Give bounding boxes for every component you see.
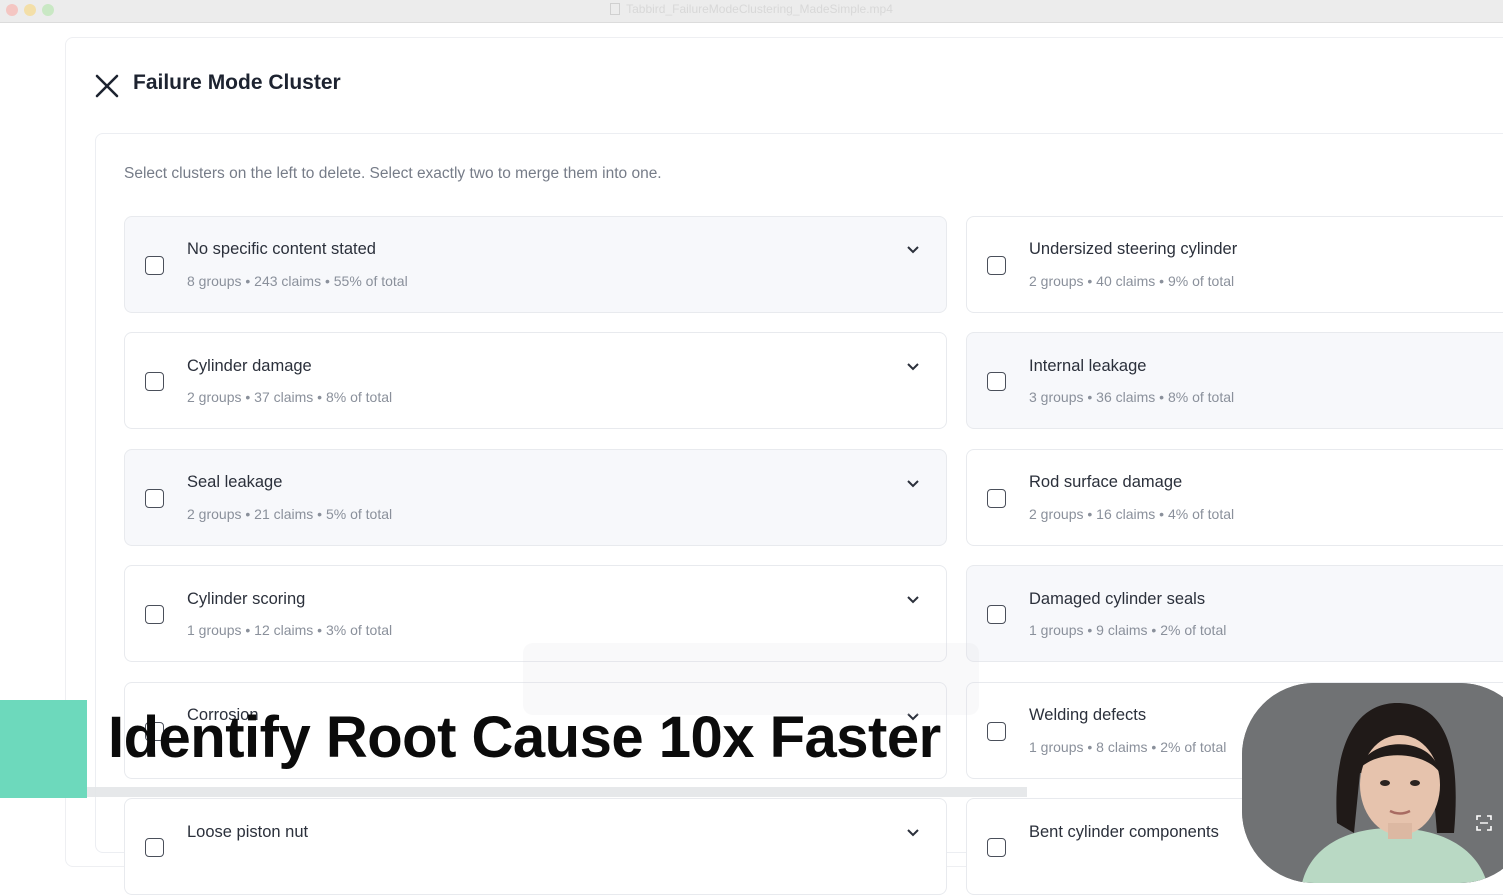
cluster-meta: 1 groups • 9 claims • 2% of total: [1029, 622, 1227, 638]
cluster-meta: 2 groups • 37 claims • 8% of total: [187, 389, 393, 405]
cluster-checkbox[interactable]: [987, 489, 1006, 508]
cluster-meta: 2 groups • 16 claims • 4% of total: [1029, 506, 1235, 522]
cluster-checkbox[interactable]: [145, 838, 164, 857]
headline-underline: [87, 787, 1027, 797]
cluster-card[interactable]: No specific content stated 8 groups • 24…: [124, 216, 947, 313]
window-title-area: Tabbird_FailureModeClustering_MadeSimple…: [0, 2, 1503, 16]
window-titlebar: Tabbird_FailureModeClustering_MadeSimple…: [0, 0, 1503, 23]
promo-headline: Identify Root Cause 10x Faster: [108, 705, 941, 770]
cluster-title: Bent cylinder components: [1029, 823, 1219, 841]
cluster-card[interactable]: Internal leakage 3 groups • 36 claims • …: [966, 332, 1503, 429]
cluster-checkbox[interactable]: [145, 489, 164, 508]
cluster-title: Loose piston nut: [187, 823, 309, 841]
cluster-meta: 2 groups • 21 claims • 5% of total: [187, 506, 393, 522]
cluster-checkbox[interactable]: [145, 256, 164, 275]
window-title: Tabbird_FailureModeClustering_MadeSimple…: [626, 2, 893, 16]
cluster-title: No specific content stated: [187, 240, 376, 258]
cluster-meta: 3 groups • 36 claims • 8% of total: [1029, 389, 1235, 405]
chevron-down-icon[interactable]: [906, 595, 920, 605]
cluster-card[interactable]: Cylinder damage 2 groups • 37 claims • 8…: [124, 332, 947, 429]
cluster-checkbox[interactable]: [145, 372, 164, 391]
cluster-card[interactable]: Damaged cylinder seals 1 groups • 9 clai…: [966, 565, 1503, 662]
presenter-webcam: [1242, 683, 1503, 883]
cluster-title: Cylinder damage: [187, 357, 312, 375]
cluster-checkbox[interactable]: [987, 838, 1006, 857]
cluster-title: Internal leakage: [1029, 357, 1147, 375]
cluster-title: Cylinder scoring: [187, 590, 306, 608]
cluster-title: Seal leakage: [187, 473, 283, 491]
page-title: Failure Mode Cluster: [133, 71, 341, 94]
cluster-title: Rod surface damage: [1029, 473, 1183, 491]
close-icon[interactable]: [94, 73, 120, 99]
cluster-card[interactable]: Rod surface damage 2 groups • 16 claims …: [966, 449, 1503, 546]
presenter-image: [1242, 683, 1503, 883]
cluster-meta: 2 groups • 40 claims • 9% of total: [1029, 273, 1235, 289]
expand-icon[interactable]: [1475, 814, 1493, 832]
document-icon: [610, 3, 621, 15]
cluster-meta: 8 groups • 243 claims • 55% of total: [187, 273, 408, 289]
cluster-checkbox[interactable]: [145, 605, 164, 624]
cluster-card[interactable]: Undersized steering cylinder 2 groups • …: [966, 216, 1503, 313]
chevron-down-icon[interactable]: [906, 828, 920, 838]
cluster-checkbox[interactable]: [987, 722, 1006, 741]
cluster-title: Welding defects: [1029, 706, 1147, 724]
cluster-card[interactable]: Loose piston nut: [124, 798, 947, 895]
chevron-down-icon[interactable]: [906, 479, 920, 489]
cluster-title: Damaged cylinder seals: [1029, 590, 1206, 608]
brand-accent-block: [0, 700, 87, 798]
cluster-checkbox[interactable]: [987, 372, 1006, 391]
instructions-text: Select clusters on the left to delete. S…: [124, 165, 662, 182]
cluster-checkbox[interactable]: [987, 256, 1006, 275]
cluster-checkbox[interactable]: [987, 605, 1006, 624]
cluster-card[interactable]: Seal leakage 2 groups • 21 claims • 5% o…: [124, 449, 947, 546]
chevron-down-icon[interactable]: [906, 362, 920, 372]
cluster-meta: 1 groups • 8 claims • 2% of total: [1029, 739, 1227, 755]
chevron-down-icon[interactable]: [906, 245, 920, 255]
cluster-meta: 1 groups • 12 claims • 3% of total: [187, 622, 393, 638]
cluster-title: Undersized steering cylinder: [1029, 240, 1238, 258]
